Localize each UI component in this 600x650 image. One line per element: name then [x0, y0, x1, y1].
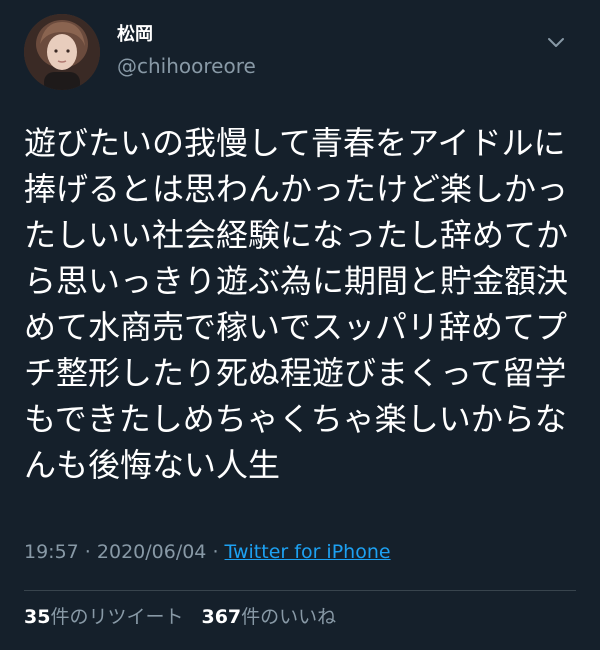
tweet-text-line: んも後悔ない人生: [24, 446, 281, 484]
meta-separator: ·: [206, 541, 225, 563]
avatar[interactable]: [24, 14, 100, 90]
tweet-time[interactable]: 19:57: [24, 541, 79, 563]
retweets-label: 件のリツイート: [50, 606, 184, 628]
chevron-down-icon[interactable]: [544, 30, 568, 54]
likes-label: 件のいいね: [241, 606, 337, 628]
tweet-text-line: ら思いっきり遊ぶ為に期間と貯金額決: [24, 262, 569, 300]
user-names: 松岡 @chihooreore: [117, 24, 256, 80]
tweet-text-line: もできたしめちゃくちゃ楽しいからな: [24, 400, 567, 438]
meta-separator: ·: [78, 541, 97, 563]
likes-stat[interactable]: 367件のいいね: [201, 606, 336, 628]
divider: [24, 590, 576, 591]
tweet-meta: 19:57 · 2020/06/04 · Twitter for iPhone: [24, 540, 391, 564]
tweet-text-line: たしいい社会経験になったし辞めてか: [24, 216, 569, 254]
tweet-date[interactable]: 2020/06/04: [97, 541, 207, 563]
tweet-text: 遊びたいの我慢して青春をアイドルに 捧げるとは思わんかったけど楽しかっ たしいい…: [24, 120, 584, 488]
tweet-text-line: 遊びたいの我慢して青春をアイドルに: [24, 124, 566, 162]
tweet-stats: 35件のリツイート 367件のいいね: [24, 604, 336, 630]
display-name[interactable]: 松岡: [117, 24, 256, 46]
retweets-stat[interactable]: 35件のリツイート: [24, 606, 183, 628]
tweet-card: 松岡 @chihooreore 遊びたいの我慢して青春をアイドルに 捧げるとは思…: [0, 0, 600, 650]
tweet-text-line: 捧げるとは思わんかったけど楽しかっ: [24, 170, 569, 208]
tweet-text-line: チ整形したり死ぬ程遊びまくって留学: [24, 354, 567, 392]
retweets-count: 35: [24, 606, 51, 628]
avatar-image: [24, 14, 100, 90]
tweet-header: 松岡 @chihooreore: [24, 14, 576, 94]
tweet-text-line: めて水商売で稼いでスッパリ辞めてプ: [24, 308, 568, 346]
likes-count: 367: [201, 606, 242, 628]
user-handle[interactable]: @chihooreore: [117, 52, 256, 80]
tweet-source-link[interactable]: Twitter for iPhone: [225, 541, 391, 563]
